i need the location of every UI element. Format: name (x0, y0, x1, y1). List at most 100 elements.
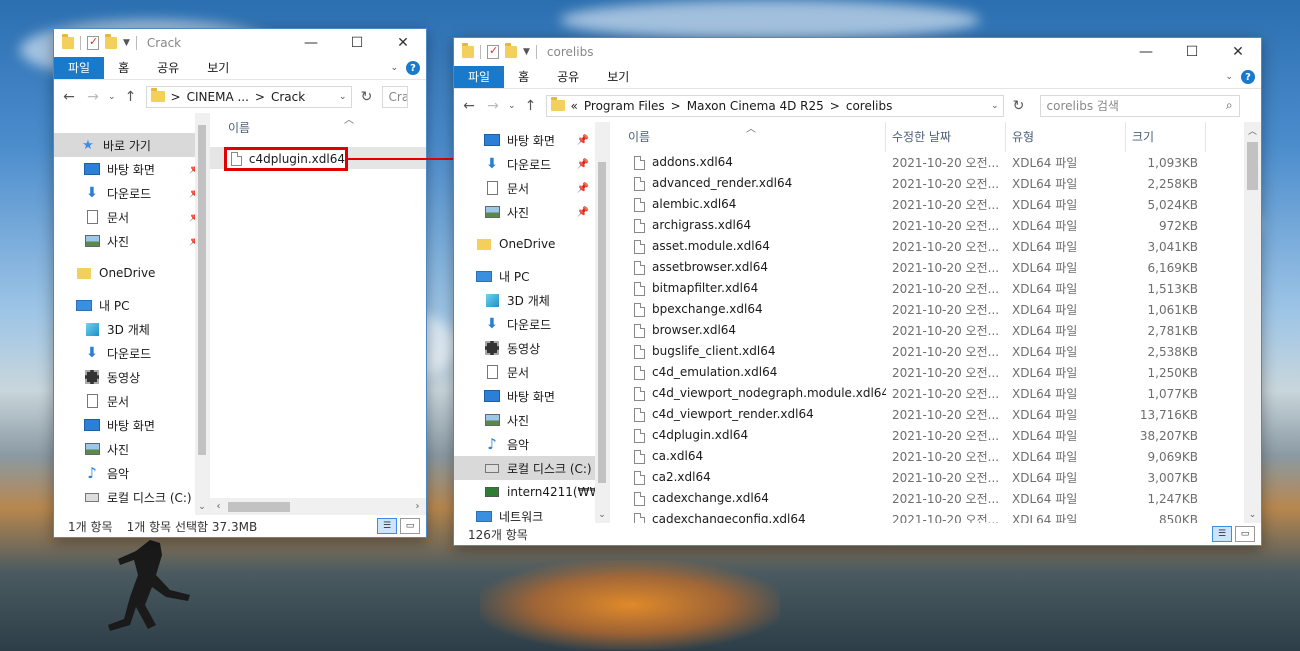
scroll-down-icon[interactable]: ⌄ (1244, 506, 1261, 523)
file-row[interactable]: cadexchange.xdl64 2021-10-20 오전... XDL64 파… (628, 488, 1261, 509)
up-icon[interactable]: ↑ (122, 89, 140, 105)
details-view-icon[interactable]: ☰ (377, 518, 397, 534)
nav-music[interactable]: ♪ 음악 (454, 432, 609, 456)
scroll-down-icon[interactable]: ⌄ (195, 498, 209, 515)
file-row[interactable]: bpexchange.xdl64 2021-10-20 오전... XDL64 파일… (628, 299, 1261, 320)
tab-view[interactable]: 보기 (593, 66, 643, 88)
tab-home[interactable]: 홈 (104, 57, 143, 79)
file-row[interactable]: cadexchangeconfig.xdl64 2021-10-20 오전... X… (628, 509, 1261, 523)
nav-local-disk[interactable]: 로컬 디스크 (C:) (454, 456, 609, 480)
new-folder-icon[interactable] (505, 43, 517, 58)
scroll-thumb[interactable] (1247, 142, 1258, 190)
file-row[interactable]: bugslife_client.xdl64 2021-10-20 오전... XDL… (628, 341, 1261, 362)
address-bar[interactable]: > CINEMA ... > Crack ⌄ (145, 85, 352, 108)
nav-desktop[interactable]: 바탕 화면📌 (54, 157, 209, 181)
recent-locations-icon[interactable]: ⌄ (108, 92, 116, 102)
column-type[interactable]: 유형 (1006, 122, 1126, 152)
minimize-button[interactable]: — (288, 29, 334, 57)
properties-icon[interactable] (87, 35, 99, 50)
nav-downloads-pc[interactable]: ⬇ 다운로드 (454, 312, 609, 336)
tab-share[interactable]: 공유 (143, 57, 193, 79)
maximize-button[interactable]: ☐ (1169, 38, 1215, 66)
highlighted-file-c4dplugin[interactable]: c4dplugin.xdl64 (224, 147, 348, 171)
file-row[interactable]: addons.xdl64 2021-10-20 오전... XDL64 파일 1,09… (628, 152, 1261, 173)
close-button[interactable]: ✕ (380, 29, 426, 57)
nav-music[interactable]: ♪ 음악 (54, 461, 209, 485)
large-icons-view-icon[interactable]: ▭ (1235, 526, 1255, 542)
scroll-left-icon[interactable]: ‹ (210, 498, 227, 515)
help-icon[interactable]: ? (1241, 70, 1255, 84)
nav-downloads[interactable]: ⬇다운로드📌 (54, 181, 209, 205)
nav-this-pc[interactable]: 내 PC (454, 264, 609, 288)
scroll-thumb[interactable] (598, 162, 606, 483)
expand-ribbon-icon[interactable]: ⌄ (390, 63, 398, 73)
maximize-button[interactable]: ☐ (334, 29, 380, 57)
nav-pictures[interactable]: 사진📌 (454, 200, 609, 224)
breadcrumb-program-files[interactable]: Program Files (584, 99, 665, 113)
file-list-scrollbar[interactable]: ︿ ⌄ (1244, 122, 1261, 523)
up-icon[interactable]: ↑ (522, 98, 540, 114)
nav-documents-pc[interactable]: 문서 (54, 389, 209, 413)
file-row[interactable]: c4d_viewport_nodegraph.module.xdl64 2021-… (628, 383, 1261, 404)
new-folder-icon[interactable] (105, 34, 117, 49)
search-input[interactable]: Cra (381, 85, 408, 108)
tab-share[interactable]: 공유 (543, 66, 593, 88)
back-icon[interactable]: ← (60, 89, 78, 105)
file-row[interactable]: bitmapfilter.xdl64 2021-10-20 오전... XDL64 … (628, 278, 1261, 299)
back-icon[interactable]: ← (460, 98, 478, 114)
tab-view[interactable]: 보기 (193, 57, 243, 79)
scroll-down-icon[interactable]: ⌄ (595, 506, 609, 523)
search-input[interactable]: corelibs 검색 ⌕ (1039, 94, 1240, 117)
nav-pictures[interactable]: 사진📌 (54, 229, 209, 253)
nav-videos[interactable]: 동영상 (54, 365, 209, 389)
nav-onedrive[interactable]: OneDrive (54, 261, 209, 285)
nav-desktop-pc[interactable]: 바탕 화면 (454, 384, 609, 408)
customize-toolbar-icon[interactable]: ▼ (523, 47, 530, 57)
nav-scrollbar[interactable]: ⌄ (195, 113, 209, 515)
tab-file[interactable]: 파일 (54, 57, 105, 79)
nav-pictures-pc[interactable]: 사진 (54, 437, 209, 461)
nav-network[interactable]: 네트워크 (454, 504, 609, 523)
column-name[interactable]: 이름 (210, 113, 426, 143)
nav-documents[interactable]: 문서📌 (454, 176, 609, 200)
file-row[interactable]: archigrass.xdl64 2021-10-20 오전... XDL64 파일… (628, 215, 1261, 236)
nav-desktop-pc[interactable]: 바탕 화면 (54, 413, 209, 437)
breadcrumb-maxon[interactable]: Maxon Cinema 4D R25 (687, 99, 824, 113)
minimize-button[interactable]: — (1123, 38, 1169, 66)
nav-documents-pc[interactable]: 문서 (454, 360, 609, 384)
nav-local-disk[interactable]: 로컬 디스크 (C:) (54, 485, 209, 509)
nav-desktop[interactable]: 바탕 화면📌 (454, 128, 609, 152)
scroll-right-icon[interactable]: › (409, 498, 426, 515)
file-row[interactable]: ca.xdl64 2021-10-20 오전... XDL64 파일 9,069KB (628, 446, 1261, 467)
horizontal-scrollbar[interactable]: ‹ › (210, 498, 426, 515)
column-date[interactable]: 수정한 날짜 (886, 122, 1006, 152)
file-row[interactable]: c4dplugin.xdl64 2021-10-20 오전... XDL64 파일 3… (628, 425, 1261, 446)
refresh-icon[interactable]: ↻ (1010, 98, 1028, 114)
properties-icon[interactable] (487, 44, 499, 59)
recent-locations-icon[interactable]: ⌄ (508, 101, 516, 111)
tab-home[interactable]: 홈 (504, 66, 543, 88)
file-row[interactable]: asset.module.xdl64 2021-10-20 오전... XDL64 … (628, 236, 1261, 257)
breadcrumb-cinema[interactable]: CINEMA ... (187, 90, 249, 104)
nav-videos[interactable]: 동영상 (454, 336, 609, 360)
nav-3d-objects[interactable]: 3D 개체 (54, 317, 209, 341)
breadcrumb-crack[interactable]: Crack (271, 90, 305, 104)
column-size[interactable]: 크기 (1126, 122, 1206, 152)
nav-network-drive[interactable]: intern4211(₩₩i (454, 480, 609, 504)
nav-this-pc[interactable]: 내 PC (54, 293, 209, 317)
expand-ribbon-icon[interactable]: ⌄ (1225, 72, 1233, 82)
nav-documents[interactable]: 문서📌 (54, 205, 209, 229)
refresh-icon[interactable]: ↻ (358, 89, 376, 105)
nav-downloads[interactable]: ⬇다운로드📌 (454, 152, 609, 176)
nav-quick-access[interactable]: ★ 바로 가기 (54, 133, 209, 157)
file-row[interactable]: c4d_viewport_render.xdl64 2021-10-20 오전..… (628, 404, 1261, 425)
help-icon[interactable]: ? (406, 61, 420, 75)
address-dropdown-icon[interactable]: ⌄ (991, 101, 999, 111)
file-row[interactable]: advanced_render.xdl64 2021-10-20 오전... XDL… (628, 173, 1261, 194)
file-row[interactable]: c4d_emulation.xdl64 2021-10-20 오전... XDL64… (628, 362, 1261, 383)
scroll-thumb[interactable] (198, 125, 206, 455)
address-bar[interactable]: « Program Files > Maxon Cinema 4D R25 > … (545, 94, 1004, 117)
nav-3d-objects[interactable]: 3D 개체 (454, 288, 609, 312)
address-dropdown-icon[interactable]: ⌄ (339, 92, 347, 102)
large-icons-view-icon[interactable]: ▭ (400, 518, 420, 534)
